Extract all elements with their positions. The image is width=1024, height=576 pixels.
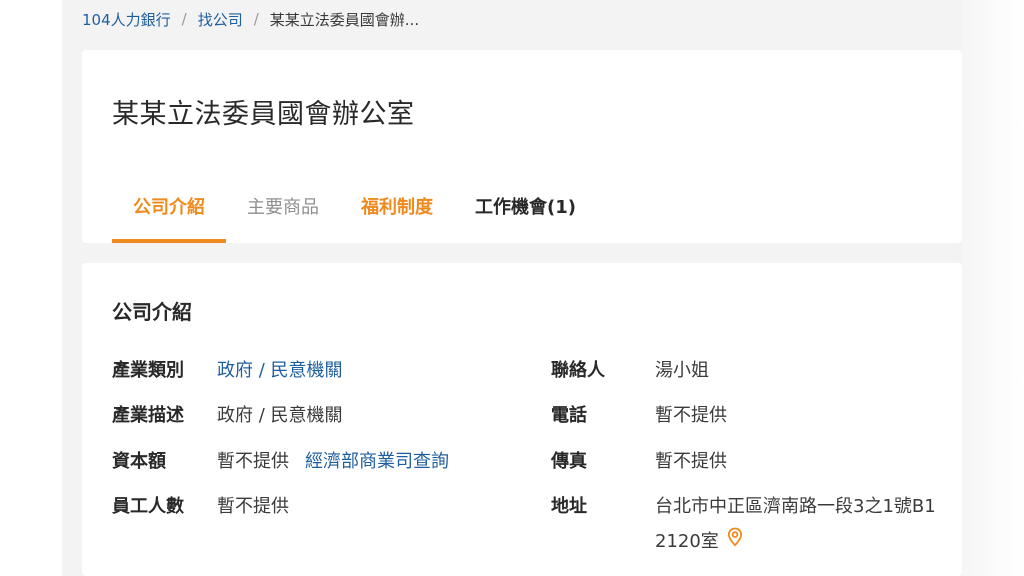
fax-label: 傳真 bbox=[551, 451, 587, 472]
breadcrumb-find-company-link[interactable]: 找公司 bbox=[198, 9, 243, 30]
industry-desc-value: 政府 / 民意機關 bbox=[217, 405, 343, 426]
industry-desc-row: 產業描述 政府 / 民意機關 bbox=[112, 401, 343, 427]
company-intro-card: 公司介紹 產業類別 政府 / 民意機關 產業描述 政府 / 民意機關 資本額 暫… bbox=[82, 263, 962, 576]
fax-value: 暫不提供 bbox=[655, 451, 727, 472]
employees-label: 員工人數 bbox=[112, 496, 184, 517]
address-line2-row: 2120室 bbox=[655, 527, 743, 553]
tab-company-intro[interactable]: 公司介紹 bbox=[112, 190, 226, 243]
section-title: 公司介紹 bbox=[112, 300, 192, 324]
company-name: 某某立法委員國會辦公室 bbox=[112, 99, 415, 130]
contact-row: 聯絡人 湯小姐 bbox=[551, 356, 709, 382]
address-line1: 台北市中正區濟南路一段3之1號B1 bbox=[655, 496, 936, 517]
moea-query-link[interactable]: 經濟部商業司查詢 bbox=[305, 447, 449, 473]
right-edge-blur bbox=[962, 0, 1024, 576]
address-label: 地址 bbox=[551, 496, 587, 517]
capital-row: 資本額 暫不提供 經濟部商業司查詢 bbox=[112, 447, 449, 473]
address-row: 地址 台北市中正區濟南路一段3之1號B1 bbox=[551, 492, 961, 518]
capital-label: 資本額 bbox=[112, 451, 166, 472]
contact-value: 湯小姐 bbox=[655, 360, 709, 381]
breadcrumb-home-link[interactable]: 104人力銀行 bbox=[82, 9, 171, 30]
company-header-card: 某某立法委員國會辦公室 公司介紹 主要商品 福利制度 工作機會(1) bbox=[82, 50, 962, 243]
industry-label: 產業類別 bbox=[112, 360, 184, 381]
employees-value: 暫不提供 bbox=[217, 496, 289, 517]
tab-main-products[interactable]: 主要商品 bbox=[226, 190, 340, 243]
address-line2: 2120室 bbox=[655, 531, 719, 552]
employees-row: 員工人數 暫不提供 bbox=[112, 492, 289, 518]
company-tabs: 公司介紹 主要商品 福利制度 工作機會(1) bbox=[112, 190, 597, 243]
breadcrumb-separator: / bbox=[181, 10, 187, 28]
location-pin-icon[interactable] bbox=[727, 527, 743, 553]
breadcrumb-current: 某某立法委員國會辦... bbox=[269, 10, 420, 29]
breadcrumb: 104人力銀行 / 找公司 / 某某立法委員國會辦... bbox=[82, 8, 419, 30]
industry-link[interactable]: 政府 / 民意機關 bbox=[217, 356, 343, 382]
capital-value: 暫不提供 bbox=[217, 451, 289, 472]
phone-value: 暫不提供 bbox=[655, 405, 727, 426]
phone-row: 電話 暫不提供 bbox=[551, 401, 727, 427]
breadcrumb-separator: / bbox=[253, 10, 259, 28]
industry-row: 產業類別 政府 / 民意機關 bbox=[112, 356, 343, 382]
tab-job-openings[interactable]: 工作機會(1) bbox=[454, 190, 597, 243]
phone-label: 電話 bbox=[551, 405, 587, 426]
fax-row: 傳真 暫不提供 bbox=[551, 447, 727, 473]
contact-label: 聯絡人 bbox=[551, 360, 605, 381]
tab-benefits[interactable]: 福利制度 bbox=[340, 190, 454, 243]
industry-desc-label: 產業描述 bbox=[112, 405, 184, 426]
